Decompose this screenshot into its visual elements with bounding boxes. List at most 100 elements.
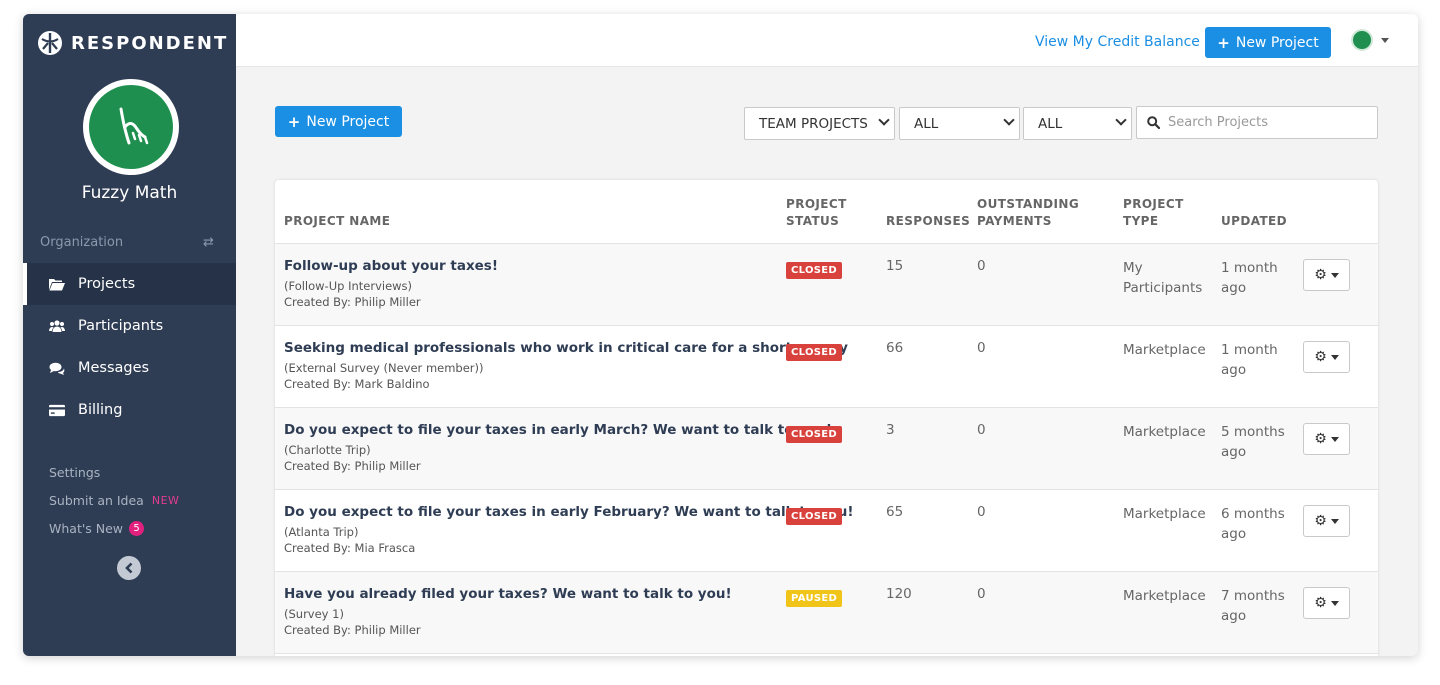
org-switch-icon[interactable]: ⇄: [203, 235, 214, 250]
gear-icon: ⚙: [1314, 595, 1327, 611]
project-type-line1: Marketplace: [1123, 588, 1206, 604]
top-new-project-label: New Project: [1235, 34, 1319, 51]
project-subtitle: (Survey 1): [284, 607, 344, 621]
updated-line2: ago: [1221, 608, 1247, 624]
project-created-by: Created By: Philip Miller: [284, 295, 421, 309]
submit-idea-link[interactable]: Submit an Idea NEW: [49, 486, 179, 514]
header-status-line1: PROJECT: [786, 197, 847, 211]
table-row: Do you expect to file your taxes in earl…: [275, 490, 1378, 572]
project-type: Marketplace: [1123, 340, 1206, 360]
row-settings-button[interactable]: ⚙: [1303, 505, 1350, 537]
status-badge: CLOSED: [786, 426, 842, 443]
respondent-logo-icon: [38, 31, 62, 55]
header-outstanding-payments[interactable]: OUTSTANDING PAYMENTS: [977, 196, 1079, 230]
gear-icon: ⚙: [1314, 267, 1327, 283]
top-new-project-button[interactable]: + New Project: [1205, 27, 1331, 58]
type-filter-value: ALL: [1038, 115, 1063, 132]
gear-icon: ⚙: [1314, 513, 1327, 529]
row-settings-button[interactable]: ⚙: [1303, 259, 1350, 291]
project-type: Marketplace: [1123, 422, 1206, 442]
sidebar-secondary-links: Settings Submit an Idea NEW What's New 5: [49, 458, 179, 542]
fuzzy-math-logo-icon: [119, 107, 149, 145]
sidebar: RESPONDENT Fuzzy Math Organization ⇄ Pro…: [23, 14, 236, 656]
outstanding-payments: 0: [977, 586, 986, 602]
header-updated[interactable]: UPDATED: [1221, 213, 1287, 230]
type-filter-select[interactable]: ALL: [1023, 107, 1132, 140]
header-project-status[interactable]: PROJECT STATUS: [786, 196, 847, 230]
outstanding-payments: 0: [977, 258, 986, 274]
updated-line2: ago: [1221, 444, 1247, 460]
updated-time: 5 months ago: [1221, 422, 1285, 462]
header-payments-line1: OUTSTANDING: [977, 197, 1080, 211]
sidebar-item-messages[interactable]: Messages: [23, 347, 236, 389]
sidebar-item-projects[interactable]: Projects: [23, 263, 236, 305]
updated-line1: 5 months: [1221, 424, 1285, 440]
status-filter-select[interactable]: ALL: [899, 107, 1020, 140]
project-subtitle: (External Survey (Never member)): [284, 361, 484, 375]
project-name-link[interactable]: Do you expect to file your taxes in earl…: [284, 504, 854, 520]
comments-icon: [49, 361, 65, 375]
row-settings-button[interactable]: ⚙: [1303, 341, 1350, 373]
updated-line1: 1 month: [1221, 260, 1278, 276]
status-filter-value: ALL: [914, 115, 939, 132]
sidebar-item-billing[interactable]: Billing: [23, 389, 236, 431]
view-credit-balance-link[interactable]: View My Credit Balance: [1035, 34, 1200, 50]
header-payments-line2: PAYMENTS: [977, 214, 1052, 228]
responses-count: 66: [886, 340, 904, 356]
org-name: Fuzzy Math: [81, 183, 178, 203]
project-name-link[interactable]: Do you expect to file your taxes in earl…: [284, 422, 832, 438]
table-row: Have you already filed your taxes? We wa…: [275, 572, 1378, 654]
project-created-by: Created By: Mia Frasca: [284, 541, 416, 555]
header-project-type[interactable]: PROJECT TYPE: [1123, 196, 1184, 230]
gear-icon: ⚙: [1314, 349, 1327, 365]
header-type-line1: PROJECT: [1123, 197, 1184, 211]
responses-count: 15: [886, 258, 904, 274]
project-created-by: Created By: Philip Miller: [284, 623, 421, 637]
project-type: Marketplace: [1123, 586, 1206, 606]
updated-line2: ago: [1221, 280, 1247, 296]
project-scope-select[interactable]: TEAM PROJECTS: [744, 107, 895, 140]
organization-label: Organization: [40, 235, 124, 250]
status-badge: PAUSED: [786, 590, 843, 607]
updated-time: 7 months ago: [1221, 586, 1285, 626]
status-badge: CLOSED: [786, 344, 842, 361]
sidebar-item-label: Participants: [78, 318, 164, 334]
org-avatar: [83, 79, 179, 175]
outstanding-payments: 0: [977, 504, 986, 520]
settings-link[interactable]: Settings: [49, 458, 179, 486]
new-project-button[interactable]: + New Project: [275, 106, 402, 137]
user-menu[interactable]: [1351, 29, 1389, 51]
chevron-left-icon: [125, 562, 133, 574]
project-name-link[interactable]: Seeking medical professionals who work i…: [284, 340, 848, 356]
status-badge: CLOSED: [786, 508, 842, 525]
project-name-link[interactable]: Have you already filed your taxes? We wa…: [284, 586, 732, 602]
project-type-line2: Participants: [1123, 280, 1203, 296]
chevron-down-icon: [1003, 114, 1015, 126]
project-type-line1: Marketplace: [1123, 506, 1206, 522]
submit-idea-label: Submit an Idea: [49, 492, 144, 508]
header-responses[interactable]: RESPONSES: [886, 213, 970, 230]
brand[interactable]: RESPONDENT: [37, 29, 228, 57]
search-input[interactable]: [1168, 115, 1368, 130]
project-name-link[interactable]: Follow-up about your taxes!: [284, 258, 498, 274]
table-header: PROJECT NAME PROJECT STATUS RESPONSES OU…: [275, 180, 1378, 244]
table-row: Do you expect to file your taxes in earl…: [275, 408, 1378, 490]
row-settings-button[interactable]: ⚙: [1303, 423, 1350, 455]
project-type: My Participants: [1123, 258, 1202, 298]
status-badge: CLOSED: [786, 262, 842, 279]
sidebar-item-participants[interactable]: Participants: [23, 305, 236, 347]
responses-count: 3: [886, 422, 895, 438]
new-project-label: New Project: [306, 113, 390, 130]
app-window: RESPONDENT Fuzzy Math Organization ⇄ Pro…: [23, 14, 1418, 656]
project-created-by: Created By: Mark Baldino: [284, 377, 430, 391]
updated-time: 1 month ago: [1221, 340, 1278, 380]
collapse-sidebar-button[interactable]: [117, 556, 141, 580]
whats-new-link[interactable]: What's New 5: [49, 514, 179, 542]
chevron-down-icon: [878, 114, 890, 126]
table-row: Follow-up about your taxes! (Follow-Up I…: [275, 244, 1378, 326]
row-settings-button[interactable]: ⚙: [1303, 587, 1350, 619]
header-project-name[interactable]: PROJECT NAME: [284, 213, 390, 230]
folder-open-icon: [49, 277, 65, 291]
sidebar-nav: Projects Participants Messages Billing: [23, 263, 236, 431]
top-bar: View My Credit Balance + New Project: [236, 14, 1418, 67]
